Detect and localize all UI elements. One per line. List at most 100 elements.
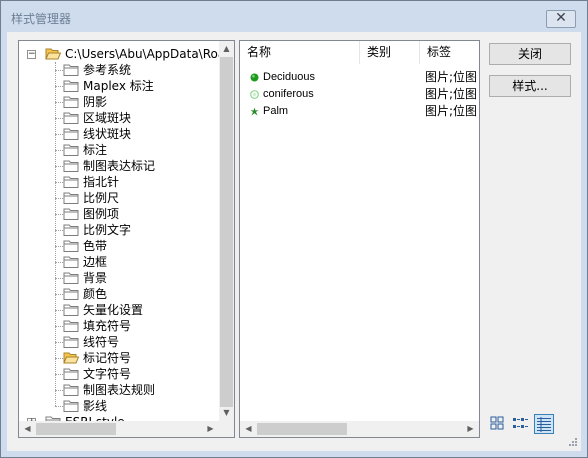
tree-connector — [55, 342, 63, 343]
item-tags: 图片;位图 — [425, 104, 478, 118]
tree-connector — [55, 70, 63, 71]
folder-icon — [63, 96, 79, 108]
tree-connector — [55, 118, 63, 119]
tree-connector — [55, 62, 56, 406]
tree-connector — [55, 102, 63, 103]
list-item-palm[interactable]: Palm 图片;位图 — [240, 103, 479, 120]
list-item-deciduous[interactable]: Deciduous 图片;位图 — [240, 69, 479, 86]
tree-item-label: 线状斑块 — [83, 127, 132, 141]
tree-item-label: 文字符号 — [83, 367, 132, 381]
folder-icon — [63, 256, 79, 268]
tree-item-label: C:\Users\Abu\AppData\Roamir — [65, 47, 219, 61]
folder-icon — [63, 80, 79, 92]
open-folder-icon — [45, 48, 61, 60]
tree-connector — [55, 214, 63, 215]
tree-item-label: 制图表达标记 — [83, 159, 156, 173]
large-icons-view-button[interactable] — [488, 414, 508, 434]
window-title: 样式管理器 — [11, 12, 72, 26]
folder-icon — [63, 176, 79, 188]
tree-connector — [55, 230, 63, 231]
folder-icon — [63, 288, 79, 300]
tree-item-label: 边框 — [83, 255, 108, 269]
tree-connector — [55, 166, 63, 167]
folder-icon — [63, 192, 79, 204]
tree-connector — [55, 246, 63, 247]
folder-icon — [63, 240, 79, 252]
item-name: Deciduous — [263, 71, 315, 83]
tree-item-label: 影线 — [83, 399, 108, 413]
folder-icon — [63, 368, 79, 380]
folder-icon — [63, 336, 79, 348]
scroll-right-icon[interactable]: ▶ — [203, 424, 218, 433]
tree-connector — [55, 182, 63, 183]
round-tree-icon — [250, 73, 259, 82]
item-name: Palm — [263, 105, 289, 117]
list-view-icon — [513, 418, 528, 428]
style-manager-window: 样式管理器 ✕ − C:\Users\Abu\AppData\Roamir 参考系统… — [0, 0, 588, 458]
scroll-left-icon[interactable]: ◀ — [241, 424, 256, 433]
window-close-button[interactable]: ✕ — [546, 10, 576, 28]
title-bar[interactable]: 样式管理器 ✕ — [1, 1, 587, 33]
folder-icon — [63, 272, 79, 284]
tree-horizontal-scrollbar[interactable]: ◀ ▶ — [19, 421, 219, 437]
scroll-up-icon[interactable]: ▲ — [219, 44, 234, 53]
close-icon: ✕ — [555, 10, 567, 26]
resize-grip-icon[interactable] — [568, 437, 578, 447]
tree-connector — [55, 86, 63, 87]
item-tags: 图片;位图 — [425, 87, 478, 101]
folder-icon — [63, 64, 79, 76]
details-view-button[interactable] — [534, 414, 554, 434]
column-header-name[interactable]: 名称 — [240, 41, 360, 64]
list-horizontal-scrollbar[interactable]: ◀ ▶ — [240, 421, 479, 437]
styles-button[interactable]: 样式... — [489, 75, 571, 97]
scroll-left-icon[interactable]: ◀ — [20, 424, 35, 433]
tree-item-label: 阴影 — [83, 95, 108, 109]
palm-tree-icon — [250, 107, 259, 116]
tree-item-label: 比例文字 — [83, 223, 132, 237]
scrollbar-corner — [219, 421, 234, 437]
column-header-category[interactable]: 类别 — [360, 41, 420, 64]
tree-connector — [55, 358, 63, 359]
folder-icon — [63, 384, 79, 396]
tree-item-label: 颜色 — [83, 287, 108, 301]
scroll-down-icon[interactable]: ▼ — [219, 408, 234, 417]
tree-item-label: Maplex 标注 — [83, 79, 154, 93]
scroll-right-icon[interactable]: ▶ — [463, 424, 478, 433]
tree-connector — [55, 294, 63, 295]
large-icons-view-icon — [490, 416, 504, 430]
tree-item-label: 区域斑块 — [83, 111, 132, 125]
folder-icon — [63, 400, 79, 412]
folder-icon — [63, 320, 79, 332]
folder-icon — [63, 208, 79, 220]
tree-item-label: 线符号 — [83, 335, 120, 349]
tree-item-label: 矢量化设置 — [83, 303, 144, 317]
open-folder-icon — [63, 352, 79, 364]
tree-item-label: 制图表达规则 — [83, 383, 156, 397]
folder-icon — [63, 144, 79, 156]
folder-icon — [63, 224, 79, 236]
tree-connector — [55, 374, 63, 375]
item-name: coniferous — [263, 88, 314, 100]
tree-vscroll-thumb[interactable] — [220, 57, 233, 407]
tree-connector — [55, 310, 63, 311]
list-view-button[interactable] — [511, 414, 531, 434]
folder-icon — [63, 112, 79, 124]
tree-connector — [55, 198, 63, 199]
tree-item-label: 图例项 — [83, 207, 120, 221]
collapse-toggle[interactable]: − — [27, 50, 36, 59]
style-items-list: 名称 类别 标签 Deciduous 图片;位图 coniferous 图片;位… — [239, 40, 480, 438]
tree-hscroll-thumb[interactable] — [36, 423, 116, 435]
style-tree: − C:\Users\Abu\AppData\Roamir 参考系统 Maplex 标… — [19, 41, 219, 421]
tree-item-label: 填充符号 — [83, 319, 132, 333]
item-tags: 图片;位图 — [425, 70, 478, 84]
list-item-coniferous[interactable]: coniferous 图片;位图 — [240, 86, 479, 103]
list-hscroll-thumb[interactable] — [257, 423, 347, 435]
tree-connector — [55, 134, 63, 135]
folder-icon — [63, 160, 79, 172]
tree-item-label: 指北针 — [83, 175, 120, 189]
close-button[interactable]: 关闭 — [489, 43, 571, 65]
tree-vertical-scrollbar[interactable]: ▲ ▼ — [219, 41, 234, 421]
style-tree-panel: − C:\Users\Abu\AppData\Roamir 参考系统 Maplex 标… — [18, 40, 235, 438]
tree-item-label: 参考系统 — [83, 63, 132, 77]
column-header-tags[interactable]: 标签 — [420, 41, 479, 64]
